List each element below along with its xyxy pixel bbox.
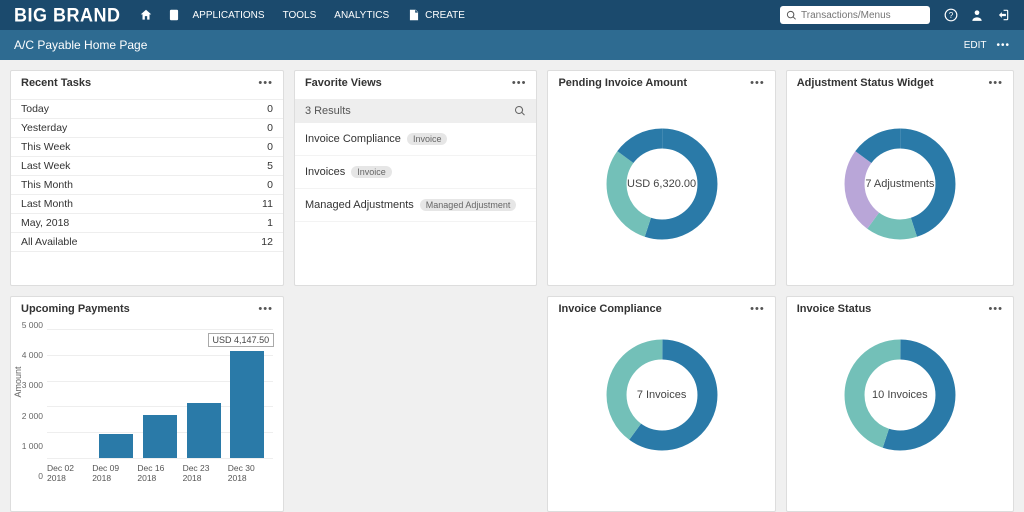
- search-icon[interactable]: [514, 105, 526, 117]
- bar[interactable]: USD 4,147.50: [230, 351, 264, 458]
- favorite-view-row[interactable]: Managed Adjustments Managed Adjustment: [295, 189, 537, 222]
- nav-applications[interactable]: APPLICATIONS: [193, 10, 265, 21]
- bar[interactable]: [99, 434, 133, 459]
- edit-button[interactable]: EDIT: [964, 40, 987, 51]
- task-row[interactable]: Last Week 5: [11, 157, 283, 176]
- invoice-compliance-more-icon[interactable]: •••: [750, 303, 765, 315]
- task-count: 12: [261, 236, 273, 248]
- bar[interactable]: [187, 403, 221, 458]
- nav-analytics[interactable]: ANALYTICS: [334, 10, 389, 21]
- task-count: 0: [267, 122, 273, 134]
- pending-invoice-card: Pending Invoice Amount ••• USD 6,320.00: [547, 70, 775, 286]
- favorite-view-row[interactable]: Invoices Invoice: [295, 156, 537, 189]
- nav-create-label: CREATE: [425, 10, 465, 21]
- adjustment-status-more-icon[interactable]: •••: [988, 77, 1003, 89]
- task-row[interactable]: Last Month 11: [11, 195, 283, 214]
- help-icon[interactable]: ?: [944, 8, 958, 22]
- create-icon[interactable]: CREATE: [407, 8, 465, 22]
- clipboard-icon[interactable]: [167, 8, 181, 22]
- results-label: 3 Results: [305, 105, 351, 117]
- recent-tasks-list: Today 0 Yesterday 0 This Week 0 Last Week 5 This…: [11, 99, 283, 252]
- task-row[interactable]: Today 0: [11, 100, 283, 119]
- upcoming-payments-card: Upcoming Payments ••• Amount 01 0002 000…: [10, 296, 284, 512]
- task-row[interactable]: Yesterday 0: [11, 119, 283, 138]
- favorite-view-label: Invoice Compliance: [305, 133, 401, 145]
- favorite-views-card: Favorite Views ••• 3 Results Invoice Com…: [294, 70, 538, 286]
- home-icon[interactable]: [139, 8, 153, 22]
- nav-tools[interactable]: TOOLS: [283, 10, 317, 21]
- task-label: This Week: [21, 141, 70, 153]
- task-count: 11: [262, 198, 273, 210]
- adjustment-status-card: Adjustment Status Widget ••• 7 Adjustment…: [786, 70, 1014, 286]
- dashboard-grid: Recent Tasks ••• Today0Yesterday0This We…: [0, 60, 1024, 512]
- favorite-view-tag: Invoice: [407, 133, 448, 145]
- task-label: Last Month: [21, 198, 73, 210]
- task-label: May, 2018: [21, 217, 69, 229]
- x-tick-label: Dec 02 2018: [47, 463, 92, 483]
- task-count: 0: [267, 179, 273, 191]
- x-tick-label: Dec 30 2018: [228, 463, 273, 483]
- favorite-view-row[interactable]: Invoice Compliance Invoice: [295, 123, 537, 156]
- task-row[interactable]: May, 2018 1: [11, 214, 283, 233]
- task-label: Last Week: [21, 160, 70, 172]
- task-count: 1: [267, 217, 273, 229]
- task-count: 0: [267, 141, 273, 153]
- search-box[interactable]: [780, 6, 930, 24]
- pending-invoice-center: USD 6,320.00: [627, 178, 696, 190]
- recent-tasks-card: Recent Tasks ••• Today0Yesterday0This We…: [10, 70, 284, 286]
- favorite-views-more-icon[interactable]: •••: [512, 77, 527, 89]
- page-more-icon[interactable]: •••: [996, 40, 1010, 51]
- upcoming-payments-title: Upcoming Payments: [21, 303, 130, 315]
- pending-invoice-title: Pending Invoice Amount: [558, 77, 687, 89]
- task-label: All Available: [21, 236, 77, 248]
- favorite-view-label: Managed Adjustments: [305, 199, 414, 211]
- favorite-view-tag: Invoice: [351, 166, 392, 178]
- task-row[interactable]: This Week 0: [11, 138, 283, 157]
- task-row[interactable]: All Available 12: [11, 233, 283, 252]
- search-input[interactable]: [801, 10, 921, 21]
- x-tick-label: Dec 16 2018: [137, 463, 182, 483]
- invoice-status-title: Invoice Status: [797, 303, 872, 315]
- task-label: Yesterday: [21, 122, 67, 134]
- favorite-view-label: Invoices: [305, 166, 345, 178]
- recent-tasks-title: Recent Tasks: [21, 77, 91, 89]
- search-icon: [786, 10, 797, 21]
- invoice-status-card: Invoice Status ••• 10 Invoices: [786, 296, 1014, 512]
- bar[interactable]: [143, 415, 177, 458]
- brand-logo: BIG BRAND: [14, 3, 121, 26]
- pending-invoice-more-icon[interactable]: •••: [750, 77, 765, 89]
- favorite-views-title: Favorite Views: [305, 77, 382, 89]
- x-tick-label: Dec 09 2018: [92, 463, 137, 483]
- task-row[interactable]: This Month 0: [11, 176, 283, 195]
- x-tick-label: Dec 23 2018: [183, 463, 228, 483]
- task-label: This Month: [21, 179, 73, 191]
- invoice-compliance-center: 7 Invoices: [637, 389, 687, 401]
- task-count: 5: [267, 160, 273, 172]
- logout-icon[interactable]: [996, 8, 1010, 22]
- svg-text:?: ?: [949, 11, 954, 20]
- favorite-views-results: 3 Results: [295, 99, 537, 123]
- top-nav: BIG BRAND APPLICATIONS TOOLS ANALYTICS C…: [0, 0, 1024, 30]
- invoice-compliance-title: Invoice Compliance: [558, 303, 661, 315]
- task-label: Today: [21, 103, 49, 115]
- upcoming-payments-more-icon[interactable]: •••: [258, 303, 273, 315]
- invoice-status-center: 10 Invoices: [872, 389, 928, 401]
- user-icon[interactable]: [970, 8, 984, 22]
- adjustment-status-center: 7 Adjustments: [865, 178, 934, 190]
- page-title-bar: A/C Payable Home Page EDIT •••: [0, 30, 1024, 60]
- recent-tasks-more-icon[interactable]: •••: [258, 77, 273, 89]
- upcoming-payments-chart: Amount 01 0002 0003 0004 0005 000 USD 4,…: [11, 325, 283, 500]
- bar-tooltip: USD 4,147.50: [208, 333, 275, 347]
- page-title: A/C Payable Home Page: [14, 38, 147, 52]
- favorite-view-tag: Managed Adjustment: [420, 199, 517, 211]
- invoice-compliance-card: Invoice Compliance ••• 7 Invoices: [547, 296, 775, 512]
- adjustment-status-title: Adjustment Status Widget: [797, 77, 934, 89]
- task-count: 0: [267, 103, 273, 115]
- invoice-status-more-icon[interactable]: •••: [988, 303, 1003, 315]
